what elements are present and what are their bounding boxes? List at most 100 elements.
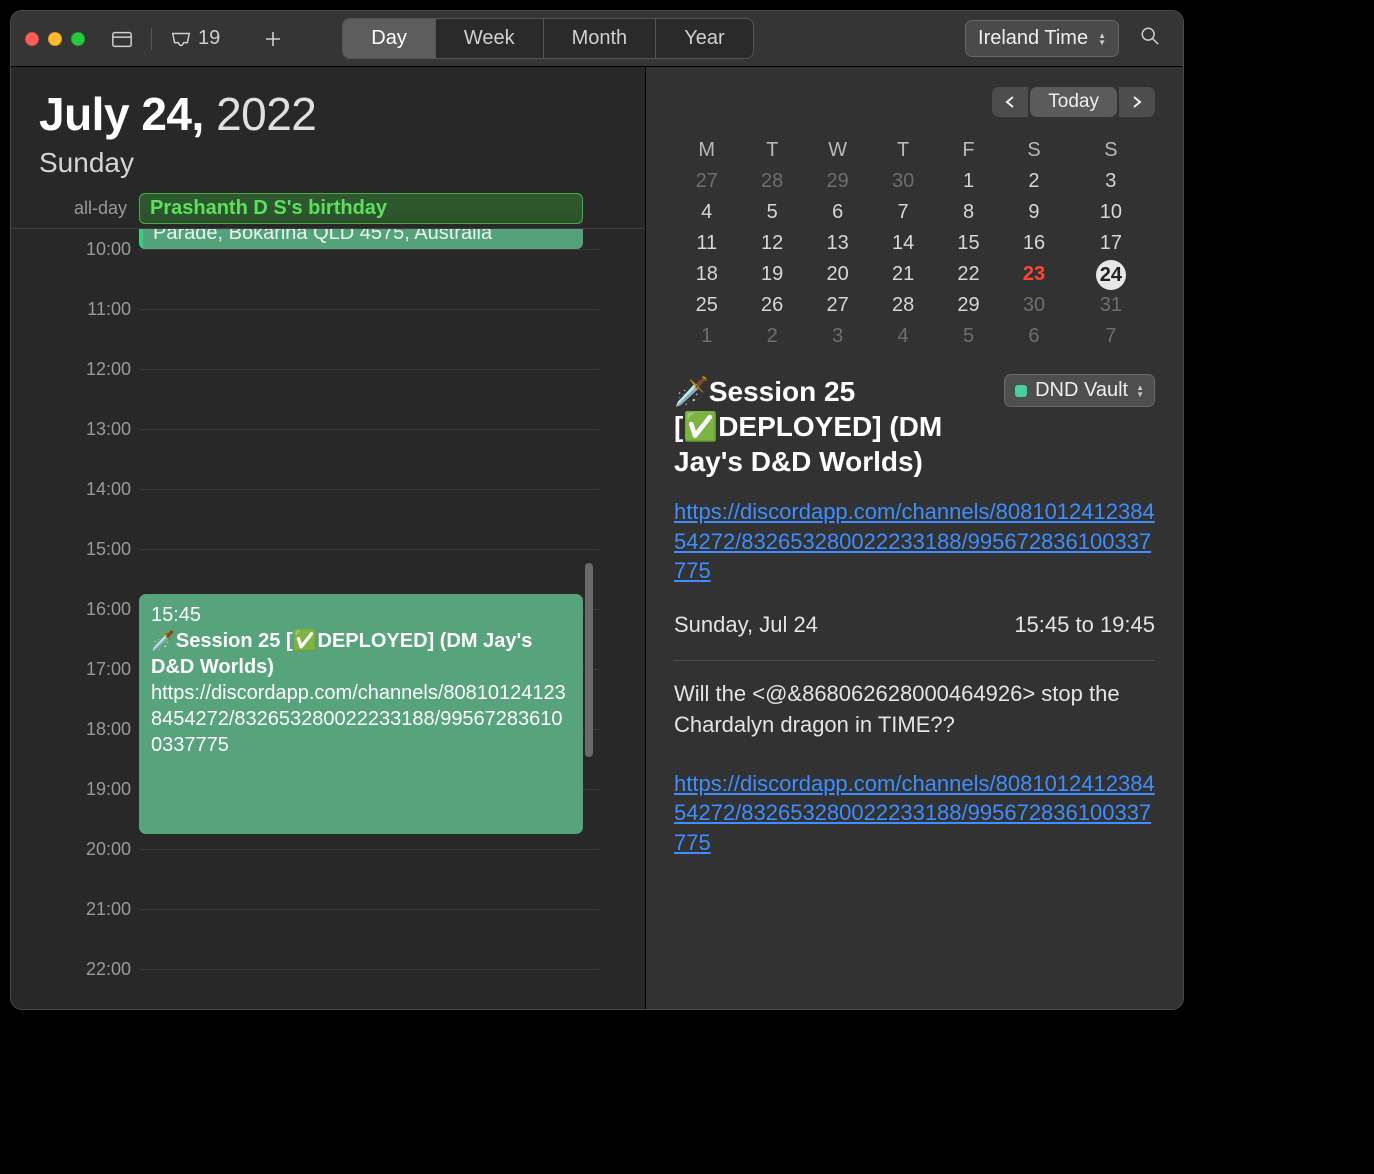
mini-cal-day[interactable]: 10 <box>1067 197 1155 228</box>
today-button[interactable]: Today <box>1030 87 1117 117</box>
detail-title: 🗡️Session 25 [✅DEPLOYED] (DM Jay's D&D W… <box>674 374 994 479</box>
mini-cal-day[interactable]: 5 <box>739 197 804 228</box>
mini-cal-day[interactable]: 6 <box>1001 321 1066 352</box>
event-start-time: 15:45 <box>151 602 571 628</box>
detail-link-2[interactable]: https://discordapp.com/channels/80810124… <box>674 769 1155 858</box>
mini-cal-day[interactable]: 27 <box>805 290 870 321</box>
view-tab-month[interactable]: Month <box>544 19 657 58</box>
mini-cal-day[interactable]: 21 <box>870 259 935 290</box>
mini-cal-day[interactable]: 30 <box>1001 290 1066 321</box>
inbox-count: 19 <box>198 27 220 50</box>
calendar-window: 19 DayWeekMonthYear Ireland Time ▲▼ <box>10 10 1184 1010</box>
close-window-button[interactable] <box>25 32 39 46</box>
mini-cal-day[interactable]: 4 <box>870 321 935 352</box>
mini-cal-day[interactable]: 20 <box>805 259 870 290</box>
date-year: 2022 <box>216 88 316 140</box>
add-event-button[interactable] <box>256 25 290 53</box>
mini-cal-day[interactable]: 5 <box>936 321 1001 352</box>
mini-calendar[interactable]: MTWTFSS272829301234567891011121314151617… <box>674 135 1155 352</box>
view-tab-day[interactable]: Day <box>343 19 436 58</box>
mini-cal-day[interactable]: 3 <box>1067 166 1155 197</box>
hour-label: 12:00 <box>11 359 131 380</box>
event-url: https://discordapp.com/channels/80810124… <box>151 680 571 758</box>
mini-cal-day[interactable]: 19 <box>739 259 804 290</box>
mini-cal-day[interactable]: 4 <box>674 197 739 228</box>
detail-link-1[interactable]: https://discordapp.com/channels/80810124… <box>674 497 1155 586</box>
view-tab-week[interactable]: Week <box>436 19 544 58</box>
mini-cal-day[interactable]: 3 <box>805 321 870 352</box>
zoom-window-button[interactable] <box>71 32 85 46</box>
timezone-select[interactable]: Ireland Time ▲▼ <box>965 20 1119 57</box>
mini-cal-day[interactable]: 29 <box>805 166 870 197</box>
next-button[interactable] <box>1119 87 1155 117</box>
mini-cal-day[interactable]: 28 <box>739 166 804 197</box>
mini-cal-day[interactable]: 22 <box>936 259 1001 290</box>
hour-label: 15:00 <box>11 539 131 560</box>
mini-cal-day[interactable]: 30 <box>870 166 935 197</box>
divider <box>674 660 1155 661</box>
hour-label: 20:00 <box>11 839 131 860</box>
mini-cal-day[interactable]: 17 <box>1067 228 1155 259</box>
mini-cal-day[interactable]: 1 <box>674 321 739 352</box>
mini-cal-day[interactable]: 2 <box>1001 166 1066 197</box>
hour-label: 17:00 <box>11 659 131 680</box>
hour-label: 11:00 <box>11 299 131 320</box>
hour-label: 22:00 <box>11 959 131 980</box>
mini-cal-day[interactable]: 28 <box>870 290 935 321</box>
date-title: July 24, 2022 <box>39 87 617 141</box>
detail-date: Sunday, Jul 24 <box>674 612 818 638</box>
mini-cal-day[interactable]: 26 <box>739 290 804 321</box>
mini-cal-day[interactable]: 2 <box>739 321 804 352</box>
date-weekday: Sunday <box>39 147 617 179</box>
hour-label: 19:00 <box>11 779 131 800</box>
toolbar: 19 DayWeekMonthYear Ireland Time ▲▼ <box>11 11 1183 67</box>
dow-header: S <box>1001 135 1066 166</box>
mini-cal-day[interactable]: 7 <box>870 197 935 228</box>
hour-grid-scroll[interactable]: Parade, Bokarina QLD 4575, Australia 10:… <box>11 229 645 1009</box>
mini-cal-day[interactable]: 11 <box>674 228 739 259</box>
date-header: July 24, 2022 Sunday <box>11 67 645 189</box>
chevron-up-down-icon: ▲▼ <box>1098 32 1106 46</box>
chevron-left-icon <box>1004 95 1016 109</box>
day-view-panel: July 24, 2022 Sunday all-day Prashanth D… <box>11 67 646 1009</box>
timezone-label: Ireland Time <box>978 27 1088 50</box>
dow-header: S <box>1067 135 1155 166</box>
calendars-toggle-button[interactable] <box>105 25 139 53</box>
calendar-color-swatch <box>1015 385 1027 397</box>
inbox-icon <box>170 29 192 49</box>
search-icon <box>1139 26 1161 46</box>
inbox-button[interactable]: 19 <box>164 23 226 54</box>
mini-cal-day[interactable]: 29 <box>936 290 1001 321</box>
hour-line <box>139 369 599 370</box>
mini-cal-day[interactable]: 15 <box>936 228 1001 259</box>
mini-cal-day[interactable]: 23 <box>1001 259 1066 290</box>
view-switcher: DayWeekMonthYear <box>342 18 753 59</box>
mini-cal-day[interactable]: 13 <box>805 228 870 259</box>
hour-label: 13:00 <box>11 419 131 440</box>
detail-time: 15:45 to 19:45 <box>1014 612 1155 638</box>
view-tab-year[interactable]: Year <box>656 19 752 58</box>
prev-button[interactable] <box>992 87 1028 117</box>
scrollbar-thumb[interactable] <box>585 563 593 757</box>
mini-cal-day[interactable]: 1 <box>936 166 1001 197</box>
search-button[interactable] <box>1131 26 1169 52</box>
chevron-right-icon <box>1131 95 1143 109</box>
mini-cal-day[interactable]: 24 <box>1067 259 1155 290</box>
dow-header: T <box>739 135 804 166</box>
mini-cal-day[interactable]: 12 <box>739 228 804 259</box>
mini-cal-day[interactable]: 18 <box>674 259 739 290</box>
plus-icon <box>262 29 284 49</box>
minimize-window-button[interactable] <box>48 32 62 46</box>
calendar-picker[interactable]: DND Vault ▲▼ <box>1004 374 1155 407</box>
mini-cal-day[interactable]: 8 <box>936 197 1001 228</box>
event-block-session25[interactable]: 15:45 🗡️Session 25 [✅DEPLOYED] (DM Jay's… <box>139 594 583 834</box>
mini-cal-day[interactable]: 6 <box>805 197 870 228</box>
mini-cal-day[interactable]: 9 <box>1001 197 1066 228</box>
mini-cal-day[interactable]: 7 <box>1067 321 1155 352</box>
mini-cal-day[interactable]: 31 <box>1067 290 1155 321</box>
mini-cal-day[interactable]: 16 <box>1001 228 1066 259</box>
all-day-event[interactable]: Prashanth D S's birthday <box>139 193 583 224</box>
mini-cal-day[interactable]: 27 <box>674 166 739 197</box>
mini-cal-day[interactable]: 25 <box>674 290 739 321</box>
mini-cal-day[interactable]: 14 <box>870 228 935 259</box>
